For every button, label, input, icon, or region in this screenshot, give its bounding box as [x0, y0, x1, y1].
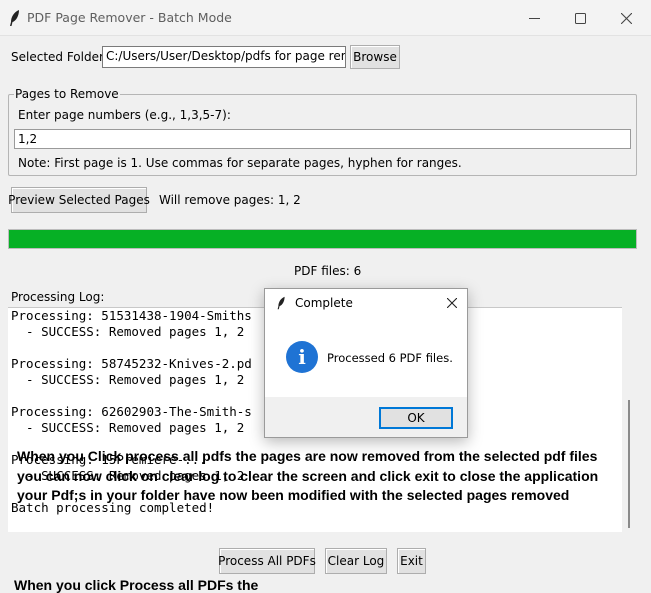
log-line: Processing: 62602903-The-Smith-s — [11, 404, 252, 419]
progress-bar — [8, 229, 637, 249]
page-numbers-prompt: Enter page numbers (e.g., 1,3,5-7): — [18, 108, 231, 122]
log-scrollbar[interactable] — [622, 307, 636, 532]
exit-button[interactable]: Exit — [397, 548, 426, 574]
browse-button[interactable]: Browse — [350, 45, 400, 69]
close-icon — [447, 298, 457, 308]
overlay-annotation-line: you can now click on clear log to clear … — [17, 468, 599, 484]
minimize-icon — [528, 17, 540, 19]
window-titlebar: PDF Page Remover - Batch Mode — [0, 0, 651, 36]
overlay-annotation-line: your Pdf;s in your folder have now been … — [17, 487, 570, 503]
pdf-file-count: PDF files: 6 — [294, 264, 362, 278]
maximize-button[interactable] — [557, 0, 603, 36]
preview-selected-pages-button[interactable]: Preview Selected Pages — [8, 187, 150, 213]
log-line: - SUCCESS: Removed pages 1, 2 — [11, 324, 245, 339]
log-line: - SUCCESS: Removed pages 1, 2 — [11, 420, 245, 435]
ok-button[interactable]: OK — [379, 407, 453, 429]
log-line: Processing: 51531438-1904-Smiths — [11, 308, 252, 323]
processing-log-label: Processing Log: — [11, 290, 105, 304]
minimize-button[interactable] — [511, 0, 557, 36]
feather-icon — [10, 10, 19, 26]
overlay-annotation-line: When you Click process all pdfs the page… — [17, 448, 598, 464]
selected-folder-label: Selected Folder: — [11, 50, 108, 64]
window-title: PDF Page Remover - Batch Mode — [27, 10, 232, 25]
log-line: - SUCCESS: Removed pages 1, 2 — [11, 372, 245, 387]
complete-dialog: Complete i Processed 6 PDF files. OK — [264, 288, 468, 438]
preview-status: Will remove pages: 1, 2 — [159, 193, 301, 207]
progress-fill — [9, 230, 636, 248]
feather-icon — [277, 296, 285, 310]
dialog-message: Processed 6 PDF files. — [327, 351, 453, 365]
dialog-close-button[interactable] — [443, 294, 461, 312]
pages-frame-title: Pages to Remove — [14, 87, 120, 101]
dialog-title: Complete — [295, 296, 353, 310]
overlay-annotation-bottom: When you click Process all PDFs the — [14, 577, 259, 593]
log-scroll-thumb[interactable] — [628, 400, 630, 528]
process-all-pdfs-button[interactable]: Process All PDFs — [218, 548, 316, 574]
maximize-icon — [574, 12, 586, 24]
page-numbers-input[interactable]: 1,2 — [14, 129, 631, 149]
clear-log-button[interactable]: Clear Log — [325, 548, 387, 574]
close-icon — [620, 12, 632, 24]
info-icon: i — [286, 341, 318, 373]
dialog-titlebar: Complete — [265, 289, 467, 317]
dialog-footer: OK — [265, 397, 467, 437]
page-numbers-note: Note: First page is 1. Use commas for se… — [18, 156, 462, 170]
log-line: Processing: 58745232-Knives-2.pd — [11, 356, 252, 371]
folder-path-input[interactable]: C:/Users/User/Desktop/pdfs for page remo… — [102, 46, 346, 68]
close-button[interactable] — [603, 0, 649, 36]
